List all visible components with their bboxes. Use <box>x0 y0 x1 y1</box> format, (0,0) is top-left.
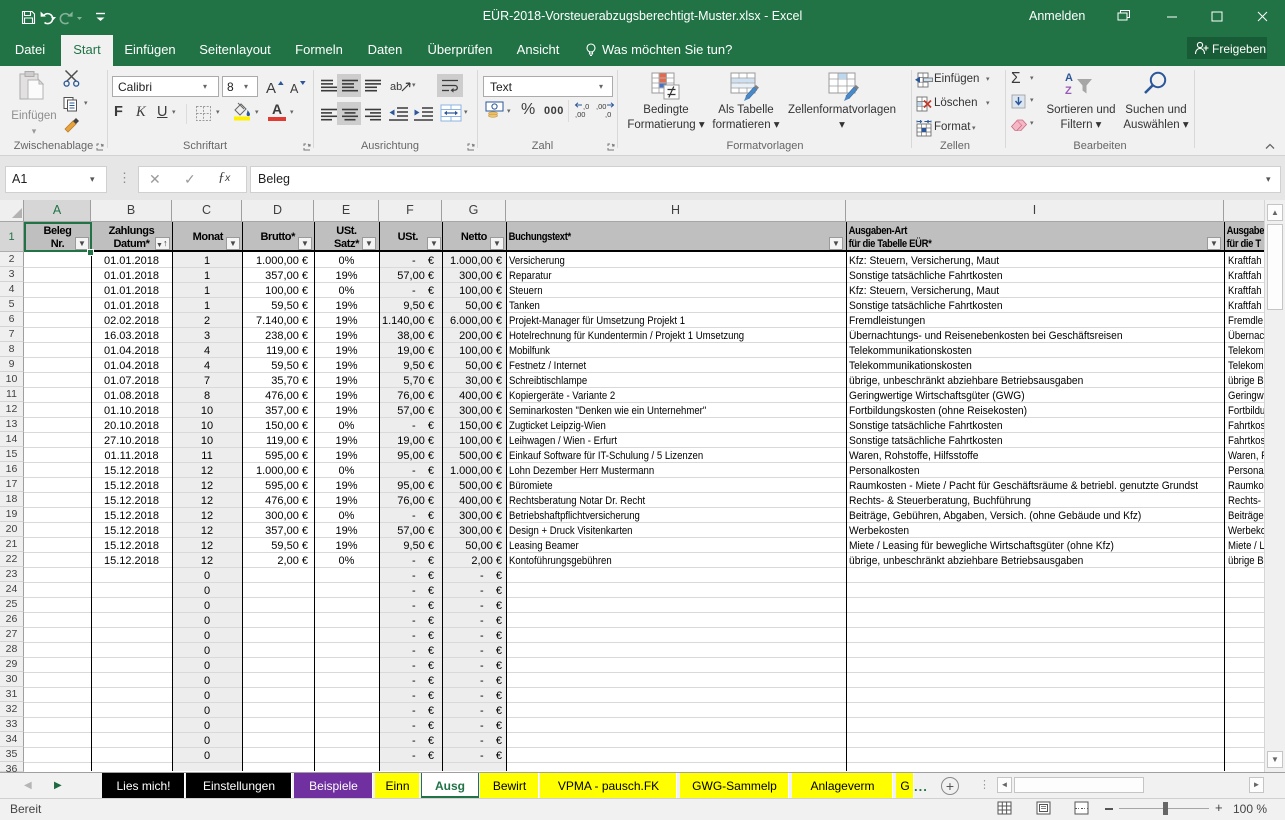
svg-text:,00: ,00 <box>575 110 585 119</box>
svg-text:A: A <box>290 82 299 96</box>
svg-text:,0: ,0 <box>605 110 611 119</box>
svg-text:Z: Z <box>1065 85 1072 97</box>
svg-text:A: A <box>266 80 276 97</box>
svg-text:ab: ab <box>390 81 402 93</box>
svg-text:A: A <box>1065 72 1073 84</box>
